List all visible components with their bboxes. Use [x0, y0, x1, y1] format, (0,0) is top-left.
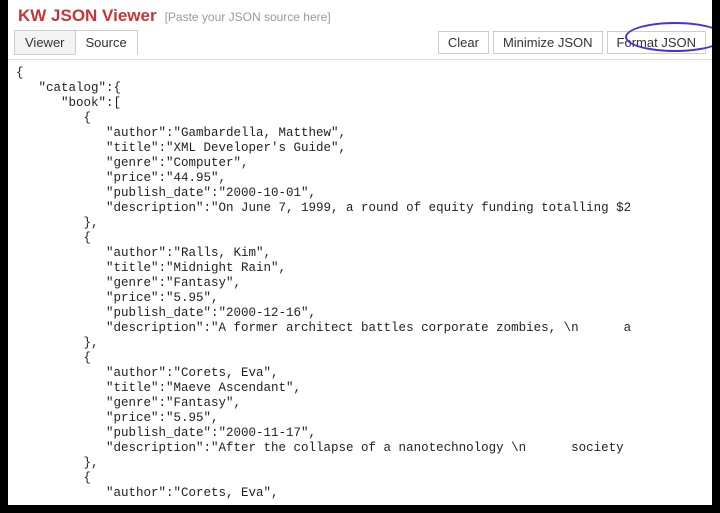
tab-viewer[interactable]: Viewer — [14, 30, 76, 55]
actions: Clear Minimize JSON Format JSON — [438, 31, 706, 54]
clear-button[interactable]: Clear — [438, 31, 489, 54]
app-title: KW JSON Viewer — [18, 6, 157, 26]
source-textarea[interactable]: { "catalog":{ "book":[ { "author":"Gamba… — [8, 60, 712, 505]
tab-bar: Viewer Source — [14, 30, 137, 55]
toolbar: Viewer Source Clear Minimize JSON Format… — [8, 30, 712, 60]
format-json-button[interactable]: Format JSON — [607, 31, 706, 54]
minimize-json-button[interactable]: Minimize JSON — [493, 31, 603, 54]
app-frame: KW JSON Viewer [Paste your JSON source h… — [8, 0, 712, 505]
header: KW JSON Viewer [Paste your JSON source h… — [8, 0, 712, 30]
app-hint: [Paste your JSON source here] — [165, 10, 331, 24]
tab-source[interactable]: Source — [75, 30, 138, 55]
